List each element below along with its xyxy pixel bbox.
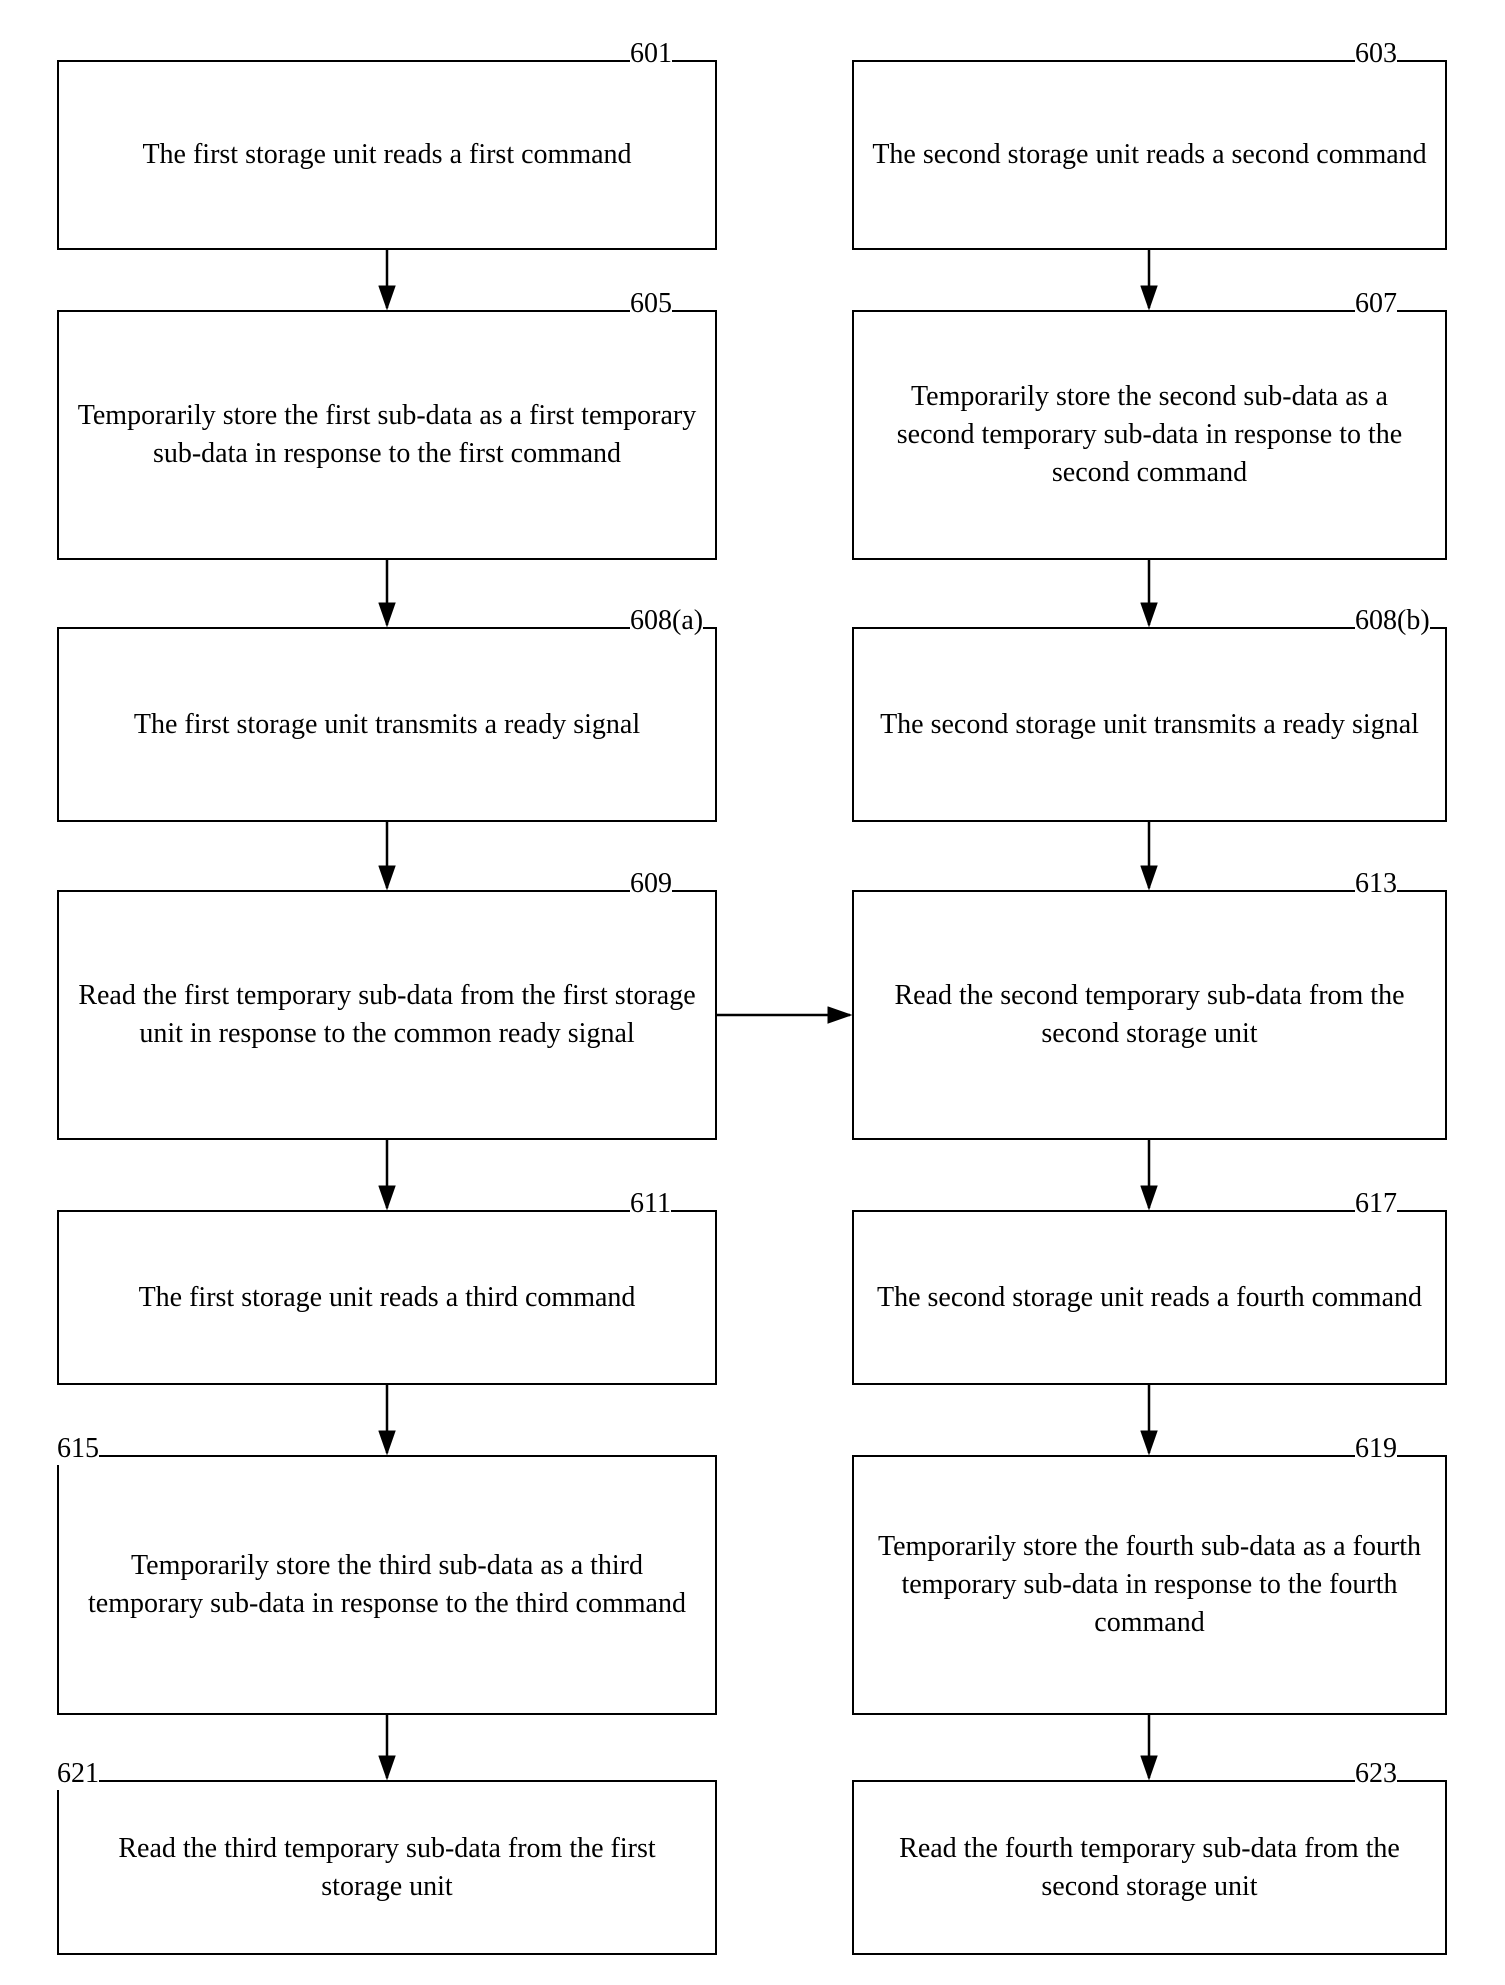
box-609: Read the first temporary sub-data from t… — [57, 890, 717, 1140]
box-608a: The first storage unit transmits a ready… — [57, 627, 717, 822]
label-609: 609 — [630, 868, 672, 900]
box-608b: The second storage unit transmits a read… — [852, 627, 1447, 822]
label-617: 617 — [1355, 1188, 1397, 1220]
box-605: Temporarily store the first sub-data as … — [57, 310, 717, 560]
label-619: 619 — [1355, 1433, 1397, 1465]
box-623: Read the fourth temporary sub-data from … — [852, 1780, 1447, 1955]
box-611: The first storage unit reads a third com… — [57, 1210, 717, 1385]
label-608b: 608(b) — [1355, 605, 1430, 637]
label-607: 607 — [1355, 288, 1397, 320]
box-621: Read the third temporary sub-data from t… — [57, 1780, 717, 1955]
label-605: 605 — [630, 288, 672, 320]
label-603: 603 — [1355, 38, 1397, 70]
box-617: The second storage unit reads a fourth c… — [852, 1210, 1447, 1385]
label-608a: 608(a) — [630, 605, 703, 637]
box-603: The second storage unit reads a second c… — [852, 60, 1447, 250]
label-611: 611 — [630, 1188, 671, 1220]
label-613: 613 — [1355, 868, 1397, 900]
label-615: 615 — [57, 1433, 99, 1465]
box-619: Temporarily store the fourth sub-data as… — [852, 1455, 1447, 1715]
box-601: The first storage unit reads a first com… — [57, 60, 717, 250]
flowchart: The first storage unit reads a first com… — [0, 0, 1505, 1985]
label-601: 601 — [630, 38, 672, 70]
label-623: 623 — [1355, 1758, 1397, 1790]
box-607: Temporarily store the second sub-data as… — [852, 310, 1447, 560]
label-621: 621 — [57, 1758, 99, 1790]
box-615: Temporarily store the third sub-data as … — [57, 1455, 717, 1715]
box-613: Read the second temporary sub-data from … — [852, 890, 1447, 1140]
